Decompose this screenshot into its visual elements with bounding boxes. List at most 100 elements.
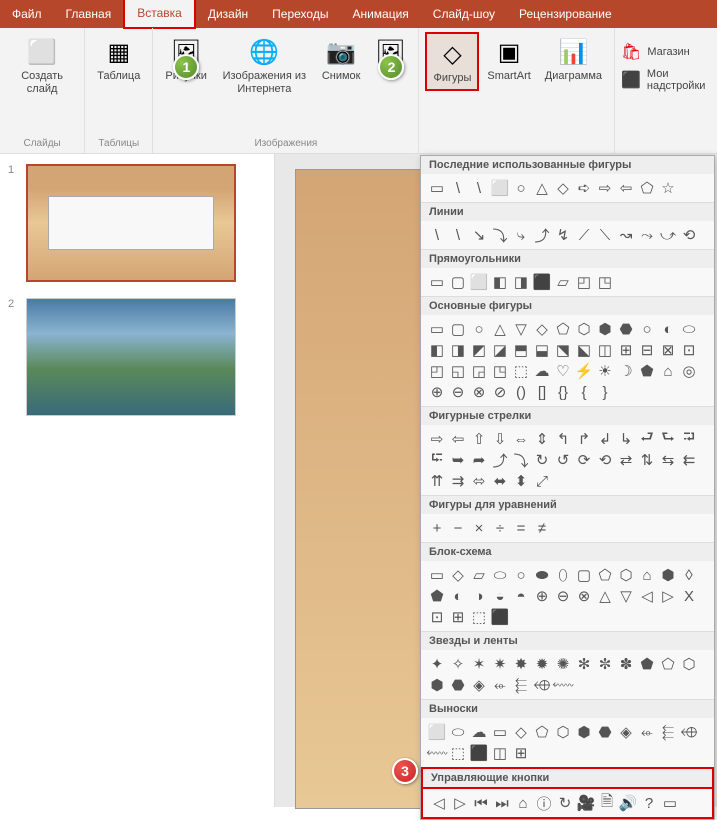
shape-icon[interactable]: ⇦ xyxy=(616,178,636,198)
shape-icon[interactable]: ⬣ xyxy=(595,722,615,742)
shape-icon[interactable]: 🗎 xyxy=(597,793,617,813)
shape-icon[interactable]: ⬢ xyxy=(574,722,594,742)
thumbnail-1[interactable]: 1 xyxy=(10,164,264,282)
shape-icon[interactable]: ⬯ xyxy=(553,565,573,585)
shape-icon[interactable]: ⊡ xyxy=(427,607,447,627)
shape-icon[interactable]: ⤳ xyxy=(637,225,657,245)
shape-icon[interactable]: ◇ xyxy=(448,565,468,585)
shape-icon[interactable]: ▭ xyxy=(427,319,447,339)
shape-icon[interactable]: ◪ xyxy=(490,340,510,360)
shape-icon[interactable]: ▽ xyxy=(511,319,531,339)
shape-icon[interactable]: ⬟ xyxy=(637,361,657,381)
shape-icon[interactable]: ⬍ xyxy=(511,471,531,491)
shape-icon[interactable]: ○ xyxy=(637,319,657,339)
shape-icon[interactable]: ▱ xyxy=(553,272,573,292)
shape-icon[interactable]: ⬚ xyxy=(448,743,468,763)
shape-icon[interactable]: ÷ xyxy=(490,518,510,538)
shape-icon[interactable]: [] xyxy=(532,382,552,402)
shape-icon[interactable]: ☁ xyxy=(532,361,552,381)
shape-icon[interactable]: X xyxy=(679,586,699,606)
shape-icon[interactable]: ◇ xyxy=(532,319,552,339)
shape-icon[interactable]: ✶ xyxy=(469,654,489,674)
menu-slideshow[interactable]: Слайд-шоу xyxy=(421,0,507,28)
shape-icon[interactable]: ⬢ xyxy=(658,565,678,585)
shape-icon[interactable]: ⇦ xyxy=(448,429,468,449)
shape-icon[interactable]: ▷ xyxy=(450,793,470,813)
shape-icon[interactable]: ⬕ xyxy=(574,340,594,360)
shape-icon[interactable]: ⇕ xyxy=(532,429,552,449)
shape-icon[interactable]: ⬡ xyxy=(574,319,594,339)
shape-icon[interactable]: ⬔ xyxy=(553,340,573,360)
shape-icon[interactable]: ⬟ xyxy=(427,586,447,606)
shape-icon[interactable]: ⊖ xyxy=(448,382,468,402)
shape-icon[interactable]: {} xyxy=(553,382,573,402)
shape-icon[interactable]: ◇ xyxy=(553,178,573,198)
shape-icon[interactable]: ◈ xyxy=(616,722,636,742)
shape-icon[interactable]: ⏭ xyxy=(492,793,512,813)
shape-icon[interactable]: ☀ xyxy=(595,361,615,381)
shape-icon[interactable]: ⬛ xyxy=(469,743,489,763)
shape-icon[interactable]: ⮒ xyxy=(679,429,699,449)
shape-icon[interactable]: ⊖ xyxy=(553,586,573,606)
shape-icon[interactable]: ◐ xyxy=(658,319,678,339)
shape-icon[interactable]: ◁ xyxy=(429,793,449,813)
shape-icon[interactable]: ⬓ xyxy=(532,340,552,360)
shape-icon[interactable]: ▭ xyxy=(427,272,447,292)
smartart-button[interactable]: ▣ SmartArt xyxy=(481,32,536,87)
shape-icon[interactable]: ✺ xyxy=(553,654,573,674)
online-pictures-button[interactable]: 🌐 Изображения из Интернета xyxy=(215,32,314,100)
shape-icon[interactable]: ◳ xyxy=(490,361,510,381)
shape-icon[interactable]: ⌂ xyxy=(658,361,678,381)
shape-icon[interactable]: ⓘ xyxy=(534,793,554,813)
shape-icon[interactable]: ⇔ xyxy=(511,429,531,449)
menu-review[interactable]: Рецензирование xyxy=(507,0,624,28)
photo-album-button[interactable]: 🖼 2 xyxy=(368,32,412,74)
shape-icon[interactable]: ? xyxy=(639,793,659,813)
shape-icon[interactable]: ⏮ xyxy=(471,793,491,813)
shape-icon[interactable]: ☁ xyxy=(469,722,489,742)
thumbnail-2[interactable]: 2 xyxy=(10,298,264,416)
shapes-button[interactable]: ◇ Фигуры xyxy=(425,32,479,91)
shape-icon[interactable]: ↲ xyxy=(595,429,615,449)
shape-icon[interactable]: ⬣ xyxy=(448,675,468,695)
shape-icon[interactable]: ≠ xyxy=(532,518,552,538)
shape-icon[interactable]: ⬲ xyxy=(532,675,552,695)
shape-icon[interactable]: ✸ xyxy=(511,654,531,674)
shape-icon[interactable]: ◱ xyxy=(448,361,468,381)
shape-icon[interactable]: ⟲ xyxy=(595,450,615,470)
shape-icon[interactable]: ⇆ xyxy=(658,450,678,470)
shape-icon[interactable]: ◈ xyxy=(469,675,489,695)
shape-icon[interactable]: ⊞ xyxy=(511,743,531,763)
shape-icon[interactable]: ✽ xyxy=(616,654,636,674)
shape-icon[interactable]: ⊗ xyxy=(469,382,489,402)
shape-icon[interactable]: ⬠ xyxy=(595,565,615,585)
shape-icon[interactable]: ➥ xyxy=(448,450,468,470)
shape-icon[interactable]: ▱ xyxy=(469,565,489,585)
shape-icon[interactable]: ⬌ xyxy=(490,471,510,491)
shape-icon[interactable]: ⬭ xyxy=(490,565,510,585)
shape-icon[interactable]: ⬳ xyxy=(427,743,447,763)
shape-icon[interactable]: ⬡ xyxy=(553,722,573,742)
shape-icon[interactable]: ↱ xyxy=(574,429,594,449)
shape-icon[interactable]: ⬜ xyxy=(469,272,489,292)
shape-icon[interactable]: ○ xyxy=(511,565,531,585)
shape-icon[interactable]: 🔊 xyxy=(618,793,638,813)
shape-icon[interactable]: ⬄ xyxy=(469,471,489,491)
shape-icon[interactable]: ⟲ xyxy=(679,225,699,245)
shape-icon[interactable]: ↝ xyxy=(616,225,636,245)
shape-icon[interactable]: ⊕ xyxy=(427,382,447,402)
shape-icon[interactable]: ▢ xyxy=(574,565,594,585)
shape-icon[interactable]: } xyxy=(595,382,615,402)
shape-icon[interactable]: △ xyxy=(490,319,510,339)
screenshot-button[interactable]: 📷 Снимок xyxy=(316,32,367,87)
shape-icon[interactable]: ◎ xyxy=(679,361,699,381)
shape-icon[interactable]: ⟳ xyxy=(574,450,594,470)
shape-icon[interactable]: ⟋ xyxy=(574,225,594,245)
shape-icon[interactable]: ◨ xyxy=(448,340,468,360)
shape-icon[interactable]: ➦ xyxy=(469,450,489,470)
shape-icon[interactable]: ⬛ xyxy=(490,607,510,627)
shape-icon[interactable]: ↻ xyxy=(532,450,552,470)
shape-icon[interactable]: ➪ xyxy=(574,178,594,198)
shape-icon[interactable]: ◨ xyxy=(511,272,531,292)
shape-icon[interactable]: ⌂ xyxy=(513,793,533,813)
